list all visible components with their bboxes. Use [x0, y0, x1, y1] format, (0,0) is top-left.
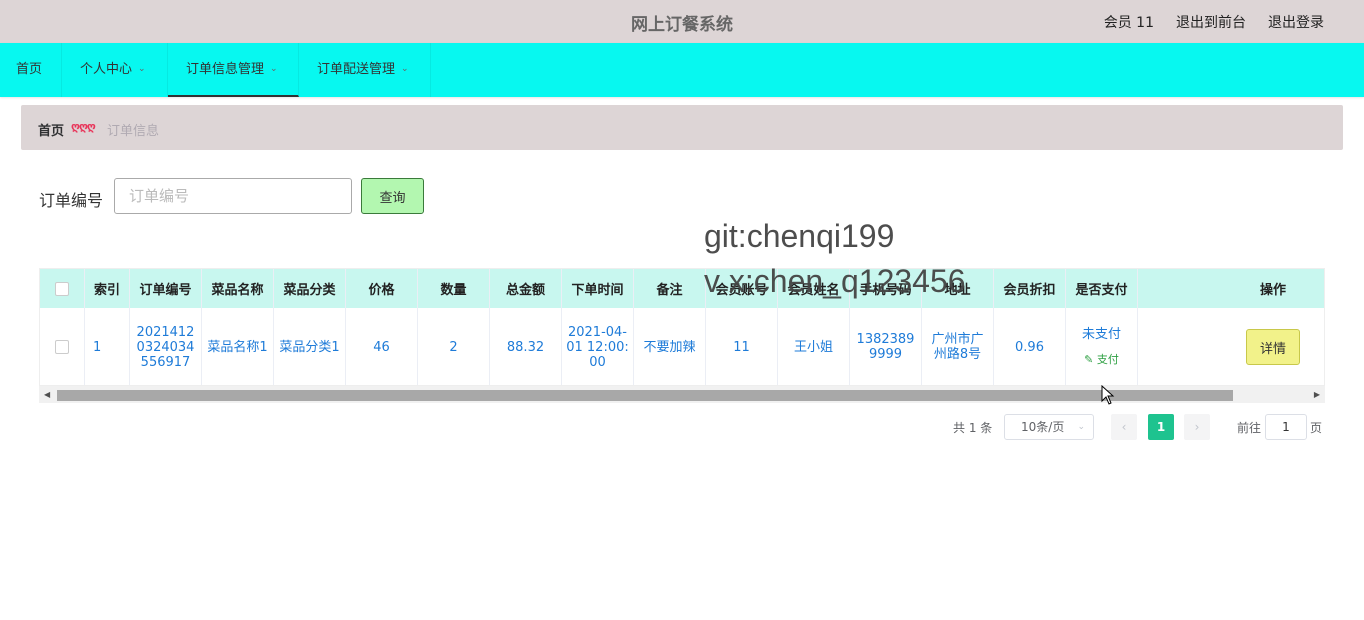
- col-header: 地址: [922, 269, 994, 308]
- goto-page-input[interactable]: [1265, 414, 1307, 440]
- col-header: 价格: [346, 269, 418, 308]
- scroll-right-icon[interactable]: ▶: [1314, 390, 1320, 399]
- cell-dish-name: 菜品名称1: [202, 308, 274, 385]
- cell-member-name: 王小姐: [778, 308, 850, 385]
- col-header: 数量: [418, 269, 490, 308]
- table-row[interactable]: 1 20214120324034556917 菜品名称1 菜品分类1 46 2 …: [40, 308, 1324, 385]
- member-label[interactable]: 会员 11: [1104, 12, 1154, 32]
- col-header: 操作: [1259, 283, 1286, 298]
- header-actions: 会员 11 退出到前台 退出登录: [1104, 12, 1324, 32]
- breadcrumb-current: 订单信息: [107, 124, 160, 139]
- page-size-value: 10条/页: [1021, 420, 1065, 434]
- nav-item-label: 订单信息管理: [186, 62, 265, 77]
- nav-item-label: 个人中心: [80, 62, 133, 77]
- nav-item-order-info[interactable]: 订单信息管理 ⌄: [168, 43, 299, 97]
- content-panel: 订单编号 查询 索引 订单编号 菜品名称 菜品分类 价格 数量 总金额 下单时间…: [21, 160, 1343, 458]
- cell-quantity: 2: [418, 308, 490, 385]
- cell-discount: 0.96: [994, 308, 1066, 385]
- chevron-down-icon: ⌄: [1077, 422, 1085, 432]
- row-checkbox-cell[interactable]: [40, 308, 85, 385]
- cell-price: 46: [346, 308, 418, 385]
- cell-member-account: 11: [706, 308, 778, 385]
- col-header: 备注: [634, 269, 706, 308]
- goto-label: 前往: [1237, 421, 1262, 435]
- cell-actions: 详情: [1208, 308, 1324, 385]
- cell-note: 不要加辣: [634, 308, 706, 385]
- nav-item-label: 订单配送管理: [317, 62, 396, 77]
- cell-index: 1: [85, 308, 130, 385]
- col-header: 订单编号: [130, 269, 202, 308]
- nav-item-personal-center[interactable]: 个人中心 ⌄: [62, 43, 168, 97]
- table-header: 索引 订单编号 菜品名称 菜品分类 价格 数量 总金额 下单时间 备注 会员账号…: [40, 269, 1324, 308]
- cell-paid: 未支付 ✎ 支付: [1066, 308, 1138, 385]
- next-page-button[interactable]: ›: [1184, 414, 1210, 440]
- order-table: 索引 订单编号 菜品名称 菜品分类 价格 数量 总金额 下单时间 备注 会员账号…: [39, 268, 1325, 386]
- page-suffix-label: 页: [1310, 421, 1323, 435]
- col-header: 下单时间: [562, 269, 634, 308]
- col-header: 总金额: [490, 269, 562, 308]
- nav-item-order-delivery[interactable]: 订单配送管理 ⌄: [299, 43, 431, 97]
- pagination-total: 共 1 条: [953, 421, 993, 435]
- col-header: 菜品名称: [202, 269, 274, 308]
- search-button[interactable]: 查询: [361, 178, 424, 214]
- main-nav: 首页 个人中心 ⌄ 订单信息管理 ⌄ 订单配送管理 ⌄: [0, 43, 1364, 97]
- col-header: 手机号码: [850, 269, 922, 308]
- pay-button-label: 支付: [1096, 353, 1119, 366]
- cell-phone: 13823899999: [850, 308, 922, 385]
- prev-page-button[interactable]: ‹: [1111, 414, 1137, 440]
- chevron-down-icon: ⌄: [138, 64, 146, 74]
- cell-dish-category: 菜品分类1: [274, 308, 346, 385]
- col-header: 是否支付: [1066, 269, 1138, 308]
- col-header: 会员账号: [706, 269, 778, 308]
- col-header: 菜品分类: [274, 269, 346, 308]
- edit-icon: ✎: [1084, 353, 1094, 366]
- nav-item-home[interactable]: 首页: [0, 43, 62, 97]
- nav-item-label: 首页: [16, 62, 43, 77]
- paid-wrapper: 未支付 ✎ 支付: [1082, 327, 1121, 367]
- logout-link[interactable]: 退出登录: [1268, 12, 1324, 32]
- scrollbar-thumb[interactable]: [57, 390, 1233, 401]
- select-all-checkbox[interactable]: [55, 281, 69, 296]
- chevron-down-icon: ⌄: [270, 64, 278, 74]
- scroll-left-icon[interactable]: ◀: [44, 390, 50, 399]
- breadcrumb-separator-icon: ღღღ: [71, 120, 96, 133]
- cell-empty: [1138, 308, 1208, 385]
- horizontal-scrollbar[interactable]: ◀ ▶: [39, 386, 1325, 403]
- col-header: 索引: [85, 269, 130, 308]
- pay-button[interactable]: ✎ 支付: [1084, 352, 1119, 367]
- col-header: [1138, 269, 1208, 308]
- cell-order-time: 2021-04-01 12:00:00: [562, 308, 634, 385]
- col-header: 会员姓名: [778, 269, 850, 308]
- order-number-input[interactable]: [114, 178, 352, 214]
- exit-to-front-link[interactable]: 退出到前台: [1176, 12, 1246, 32]
- row-checkbox[interactable]: [55, 340, 69, 354]
- search-label: 订单编号: [39, 191, 104, 210]
- detail-button[interactable]: 详情: [1246, 329, 1300, 365]
- cell-order-no: 20214120324034556917: [130, 308, 202, 385]
- page-size-select[interactable]: 10条/页 ⌄: [1004, 414, 1094, 440]
- top-header: 网上订餐系统 会员 11 退出到前台 退出登录: [0, 0, 1364, 43]
- chevron-down-icon: ⌄: [401, 64, 409, 74]
- cell-address: 广州市广州路8号: [922, 308, 994, 385]
- breadcrumb: 首页 ღღღ 订单信息: [21, 105, 1343, 150]
- select-all-checkbox-cell[interactable]: [40, 269, 85, 308]
- breadcrumb-home[interactable]: 首页: [38, 120, 64, 139]
- page-number-current[interactable]: 1: [1148, 414, 1174, 440]
- col-header: 会员折扣: [994, 269, 1066, 308]
- paid-status: 未支付: [1081, 327, 1121, 342]
- cell-total: 88.32: [490, 308, 562, 385]
